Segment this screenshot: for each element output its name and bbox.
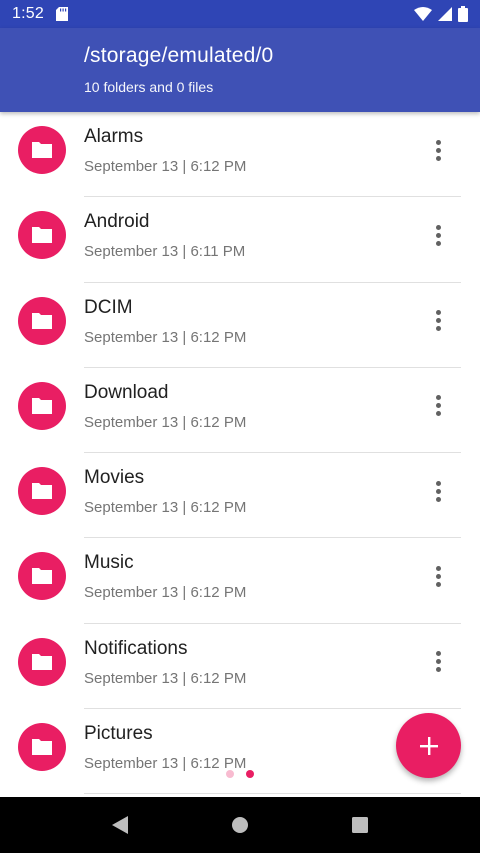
folder-row-music[interactable]: Music September 13 | 6:12 PM: [0, 538, 480, 624]
folder-icon: [18, 723, 66, 772]
back-button[interactable]: [100, 805, 140, 845]
folder-row-android[interactable]: Android September 13 | 6:11 PM: [0, 197, 480, 283]
folder-icon: [18, 381, 66, 430]
page-indicator: [226, 770, 254, 778]
more-vert-icon[interactable]: [426, 221, 450, 249]
folder-row-alarms[interactable]: Alarms September 13 | 6:12 PM: [0, 112, 480, 198]
add-icon: [419, 736, 438, 755]
folder-icon: [18, 211, 66, 260]
folder-date: September 13 | 6:12 PM: [84, 328, 247, 346]
folder-icon: [18, 637, 66, 686]
folder-date: September 13 | 6:11 PM: [84, 243, 246, 261]
add-fab-button[interactable]: [396, 713, 461, 778]
folder-icon: [18, 126, 66, 174]
status-icons: [414, 6, 468, 22]
folder-icon: [18, 296, 66, 345]
folder-date: September 13 | 6:12 PM: [84, 158, 247, 175]
folder-icon: [18, 467, 66, 516]
folder-name: DCIM: [84, 296, 133, 318]
more-vert-icon[interactable]: [426, 307, 450, 335]
folder-date: September 13 | 6:12 PM: [84, 669, 247, 687]
status-bar: 1:52: [0, 0, 480, 28]
cell-signal-icon: [438, 7, 452, 21]
more-vert-icon[interactable]: [426, 562, 450, 590]
folder-date: September 13 | 6:12 PM: [84, 499, 247, 517]
home-icon: [232, 817, 248, 833]
folder-name: Pictures: [84, 723, 153, 745]
page-dot-inactive: [226, 770, 234, 778]
folder-name: Download: [84, 381, 169, 403]
recents-button[interactable]: [340, 805, 380, 845]
more-vert-icon[interactable]: [426, 136, 450, 164]
home-button[interactable]: [220, 805, 260, 845]
folder-name: Alarms: [84, 126, 144, 147]
folder-file-count: 10 folders and 0 files: [84, 79, 214, 95]
sd-card-icon: [55, 7, 68, 21]
folder-date: September 13 | 6:12 PM: [84, 413, 247, 431]
folder-list[interactable]: Alarms September 13 | 6:12 PM Android Se…: [0, 112, 480, 797]
back-icon: [112, 816, 128, 834]
more-vert-icon[interactable]: [426, 392, 450, 420]
folder-row-dcim[interactable]: DCIM September 13 | 6:12 PM: [0, 283, 480, 368]
app-bar: /storage/emulated/0 10 folders and 0 fil…: [0, 28, 480, 112]
folder-row-movies[interactable]: Movies September 13 | 6:12 PM: [0, 453, 480, 539]
folder-name: Movies: [84, 467, 145, 489]
battery-icon: [458, 6, 468, 22]
page-dot-active: [246, 770, 254, 778]
folder-name: Notifications: [84, 637, 188, 659]
system-nav-bar: [0, 797, 480, 853]
folder-date: September 13 | 6:12 PM: [84, 584, 247, 602]
folder-name: Android: [84, 211, 150, 233]
folder-row-notifications[interactable]: Notifications September 13 | 6:12 PM: [0, 624, 480, 710]
divider: [84, 793, 461, 795]
folder-icon: [18, 552, 66, 601]
folder-row-download[interactable]: Download September 13 | 6:12 PM: [0, 368, 480, 454]
status-time: 1:52: [12, 5, 44, 22]
more-vert-icon[interactable]: [426, 477, 450, 505]
wifi-icon: [414, 7, 432, 21]
current-path: /storage/emulated/0: [84, 44, 274, 67]
folder-name: Music: [84, 552, 134, 574]
folder-date: September 13 | 6:12 PM: [84, 755, 247, 773]
recents-icon: [352, 817, 368, 833]
more-vert-icon[interactable]: [426, 648, 450, 676]
